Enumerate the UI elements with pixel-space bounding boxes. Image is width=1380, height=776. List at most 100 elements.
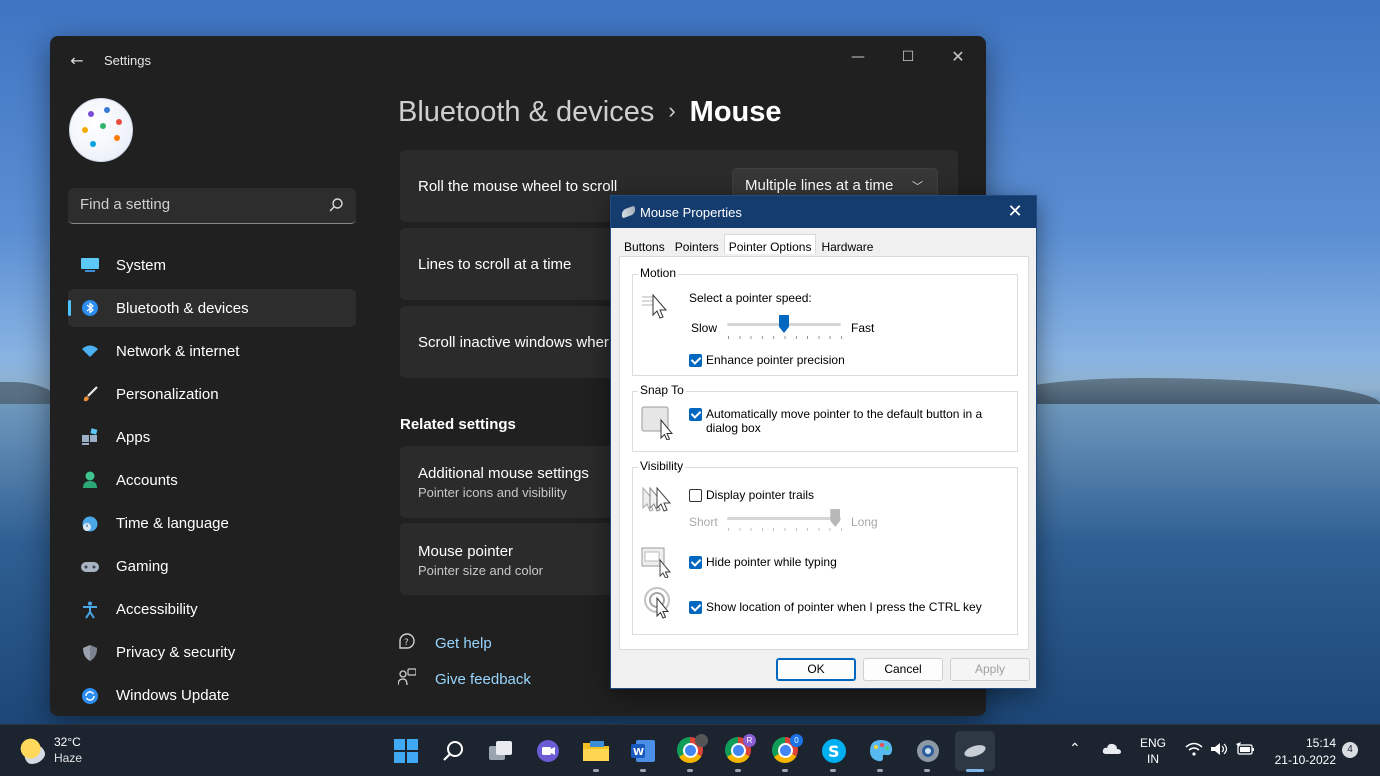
- enhance-precision-check[interactable]: [689, 354, 702, 367]
- language-indicator[interactable]: ENG IN: [1140, 735, 1166, 767]
- give-feedback-label: Give feedback: [435, 670, 531, 688]
- sidebar-item-personalization[interactable]: Personalization: [68, 375, 356, 413]
- hide-pointer-checkbox[interactable]: Hide pointer while typing: [689, 555, 837, 569]
- chrome-profile-badge-icon: [695, 734, 708, 747]
- weather-widget[interactable]: 32°C Haze: [18, 735, 82, 765]
- sidebar-item-label: System: [116, 256, 167, 274]
- pointer-speed-slider[interactable]: [779, 315, 789, 333]
- speed-label: Select a pointer speed:: [689, 291, 812, 305]
- search-box[interactable]: [68, 188, 356, 224]
- breadcrumb-parent[interactable]: Bluetooth & devices: [398, 96, 654, 128]
- breadcrumb-separator: ›: [668, 98, 676, 123]
- lines-setting-title: Lines to scroll at a time: [418, 256, 572, 273]
- paint-icon[interactable]: [867, 737, 895, 765]
- sidebar-item-bluetooth[interactable]: Bluetooth & devices: [68, 289, 356, 328]
- teams-chat-icon[interactable]: [534, 737, 562, 765]
- ok-button[interactable]: OK: [776, 658, 856, 681]
- trail-length-track[interactable]: [727, 517, 841, 520]
- show-location-checkbox[interactable]: Show location of pointer when I press th…: [689, 600, 982, 614]
- skype-icon[interactable]: S: [820, 737, 848, 765]
- chevron-up-icon[interactable]: ⌃: [1069, 740, 1081, 757]
- sidebar-item-label: Accessibility: [116, 601, 198, 619]
- give-feedback-link[interactable]: Give feedback: [397, 667, 531, 691]
- pointer-trails-checkbox[interactable]: Display pointer trails: [689, 488, 814, 502]
- sidebar-item-accounts[interactable]: Accounts: [68, 461, 356, 499]
- chrome-badge-o: 0: [790, 734, 803, 747]
- notification-badge[interactable]: 4: [1342, 742, 1358, 758]
- minimize-icon[interactable]: —: [836, 42, 880, 72]
- long-label: Long: [851, 515, 878, 529]
- trail-length-slider[interactable]: [830, 509, 841, 527]
- battery-icon[interactable]: [1236, 742, 1256, 759]
- page-title: Mouse: [689, 96, 782, 128]
- clock-time: 15:14: [1305, 736, 1336, 750]
- hide-pointer-label: Hide pointer while typing: [706, 555, 837, 569]
- apply-button[interactable]: Apply: [950, 658, 1030, 681]
- pointer-speed-ticks: [728, 336, 842, 339]
- tab-pointer-options[interactable]: Pointer Options: [723, 234, 817, 254]
- related-settings-heading: Related settings: [400, 416, 516, 433]
- get-help-link[interactable]: ? Get help: [398, 631, 492, 655]
- word-running-indicator: [640, 769, 646, 772]
- mouse-properties-taskbar-icon[interactable]: [955, 731, 995, 771]
- snap-to-group: Snap To Automatically move pointer to th…: [632, 383, 1018, 452]
- cancel-button[interactable]: Cancel: [863, 658, 943, 681]
- task-view-icon[interactable]: [487, 737, 515, 765]
- tab-pointers[interactable]: Pointers: [670, 236, 724, 256]
- back-arrow-icon[interactable]: ←: [66, 50, 88, 72]
- sidebar-item-windows-update[interactable]: Windows Update: [68, 677, 356, 715]
- sidebar-item-network[interactable]: Network & internet: [68, 332, 356, 370]
- weather-temperature: 32°C: [54, 735, 81, 749]
- sidebar-item-label: Privacy & security: [116, 644, 236, 662]
- file-explorer-icon[interactable]: [582, 737, 610, 765]
- wifi-tray-icon[interactable]: [1185, 742, 1203, 759]
- sidebar-item-time-language[interactable]: Time & language: [68, 505, 356, 543]
- clock[interactable]: 15:14 21-10-2022: [1268, 735, 1336, 769]
- sidebar-item-gaming[interactable]: Gaming: [68, 548, 356, 586]
- chrome-o-running-indicator: [782, 769, 788, 772]
- language-code: ENG: [1140, 736, 1167, 750]
- show-location-check[interactable]: [689, 601, 702, 614]
- hide-pointer-check[interactable]: [689, 556, 702, 569]
- pointer-trails-icon: [642, 486, 672, 512]
- accessibility-icon: [80, 600, 100, 620]
- snap-to-checkbox[interactable]: Automatically move pointer to the defaul…: [689, 407, 989, 435]
- skype-running-indicator: [830, 769, 836, 772]
- volume-icon[interactable]: [1210, 742, 1230, 759]
- sidebar-item-apps[interactable]: Apps: [68, 418, 356, 456]
- short-label: Short: [689, 515, 718, 529]
- sidebar-item-accessibility[interactable]: Accessibility: [68, 591, 356, 629]
- svg-text:W: W: [633, 747, 644, 758]
- sidebar-item-system[interactable]: System: [68, 246, 356, 284]
- search-icon[interactable]: [328, 197, 344, 213]
- maximize-icon[interactable]: ☐: [886, 42, 930, 72]
- tab-hardware[interactable]: Hardware: [816, 236, 878, 256]
- globe-clock-icon: [80, 514, 100, 534]
- search-taskbar-icon[interactable]: [440, 737, 468, 765]
- word-icon[interactable]: W: [629, 737, 657, 765]
- weather-haze-icon: [18, 736, 46, 764]
- chrome-profile-o-icon[interactable]: 0: [772, 734, 803, 763]
- chrome-icon[interactable]: [677, 734, 708, 763]
- monitor-icon: [80, 255, 100, 275]
- sidebar-item-label: Accounts: [116, 471, 178, 489]
- additional-mouse-settings-subtitle: Pointer icons and visibility: [418, 485, 567, 500]
- start-icon[interactable]: [392, 737, 420, 765]
- settings-gear-icon[interactable]: [914, 737, 942, 765]
- onedrive-icon[interactable]: [1102, 741, 1122, 758]
- enhance-precision-checkbox[interactable]: Enhance pointer precision: [689, 353, 845, 367]
- pointer-trails-check[interactable]: [689, 489, 702, 502]
- tab-buttons[interactable]: Buttons: [619, 236, 670, 256]
- dialog-close-icon[interactable]: ✕: [1004, 201, 1026, 222]
- chrome-profile-r-icon[interactable]: R: [725, 734, 756, 763]
- fast-label: Fast: [851, 321, 875, 335]
- close-icon[interactable]: ✕: [936, 42, 980, 72]
- avatar[interactable]: [69, 98, 133, 162]
- sidebar-item-label: Apps: [116, 428, 151, 446]
- search-input[interactable]: [80, 196, 310, 213]
- snap-to-check[interactable]: [689, 408, 702, 421]
- sidebar-item-privacy[interactable]: Privacy & security: [68, 634, 356, 672]
- dialog-tabs: Buttons Pointers Pointer Options Hardwar…: [619, 234, 878, 256]
- mouse-properties-dialog: Mouse Properties ✕ Buttons Pointers Poin…: [610, 195, 1037, 689]
- brush-icon: [80, 384, 100, 404]
